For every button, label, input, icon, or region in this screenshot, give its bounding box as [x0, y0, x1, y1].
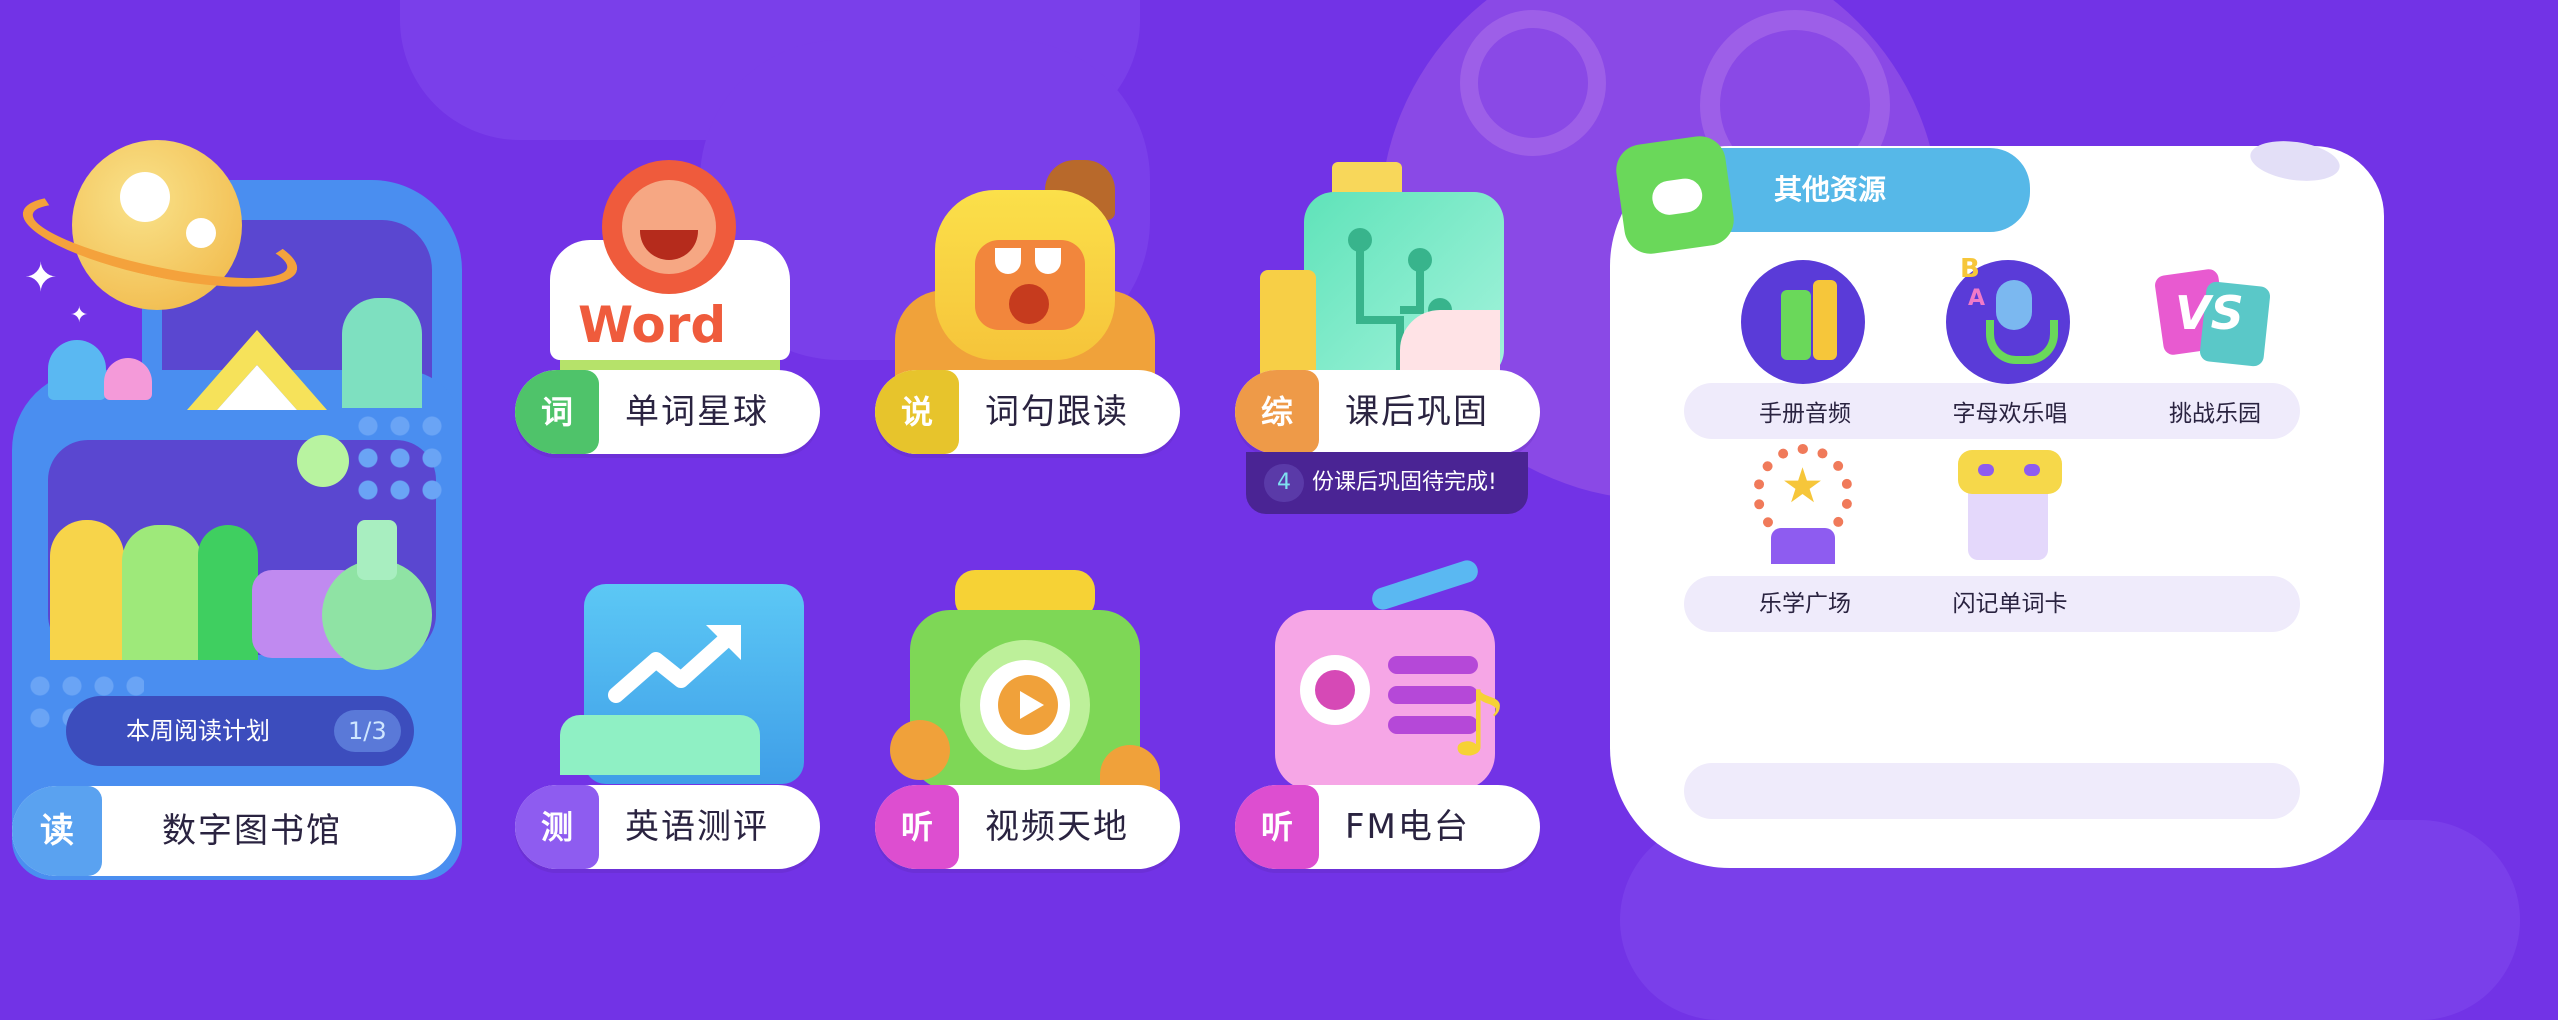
character-eye [995, 248, 1021, 274]
resource-item-label: 手册音频 [1759, 401, 1851, 427]
vs-icon: VS [2153, 267, 2272, 368]
tile-read-along[interactable]: 说 词句跟读 [875, 370, 1180, 454]
resource-item-alphabet-song[interactable]: B A 字母欢乐唱 [1910, 254, 2110, 438]
tile-badge: 综 [1235, 370, 1319, 454]
tile-label: 课后巩固 [1345, 392, 1489, 432]
book-shape [1813, 280, 1837, 360]
tile-label: FM电台 [1345, 807, 1470, 847]
resource-item-challenge-park[interactable]: VS 挑战乐园 [2115, 258, 2315, 438]
resource-item-flashcards[interactable]: 闪记单词卡 [1910, 444, 2110, 624]
radio-illustration: ♪ [1270, 557, 1540, 790]
other-resources-title: 其他资源 [1774, 173, 1887, 206]
letter-a-icon: A [1968, 286, 1986, 311]
resource-item-label: 乐学广场 [1759, 591, 1851, 617]
tile-badge: 词 [515, 370, 599, 454]
tile-word-planet[interactable]: 词 单词星球 [515, 370, 820, 454]
flashcard-icon [1958, 450, 2062, 560]
book-icon [342, 298, 422, 408]
ferris-wheel-base [1771, 528, 1835, 564]
flashcard-front [1958, 450, 2062, 494]
planet-crater [186, 218, 216, 248]
reading-plan-label: 本周阅读计划 [126, 717, 270, 745]
flashcard-eye [2024, 464, 2040, 476]
ghost-icon [48, 340, 106, 400]
resource-item-label: 闪记单词卡 [1952, 591, 2068, 617]
bubble-icon [297, 435, 349, 487]
library-label: 数字图书馆 [162, 811, 342, 851]
resource-item-label: 字母欢乐唱 [1952, 401, 2068, 427]
book-icon [122, 525, 202, 660]
homework-notice[interactable]: 4 份课后巩固待完成! [1246, 452, 1528, 514]
antenna [1369, 557, 1481, 613]
tile-label: 视频天地 [985, 807, 1129, 847]
flashcard-eye [1978, 464, 1994, 476]
tile-badge: 说 [875, 370, 959, 454]
book-icon [198, 525, 258, 660]
library-label-pill[interactable]: 读 数字图书馆 [12, 786, 456, 876]
homework-notice-text: 份课后巩固待完成! [1312, 470, 1497, 495]
resource-item-label: 挑战乐园 [2169, 401, 2261, 427]
chevron-decoration-icon [187, 330, 327, 410]
word-planet-illustration: Word [540, 160, 800, 380]
homework-illustration [1260, 160, 1520, 380]
character-eye [1035, 248, 1061, 274]
tile-badge: 测 [515, 785, 599, 869]
homework-notice-count: 4 [1264, 464, 1304, 502]
tile-label: 词句跟读 [985, 392, 1129, 432]
assessment-illustration [540, 580, 810, 790]
reading-plan-progress: 1/3 [334, 710, 401, 752]
tile-badge: 听 [875, 785, 959, 869]
planet-crater [120, 172, 170, 222]
library-badge: 读 [12, 786, 102, 876]
ghost-icon [104, 358, 152, 400]
tile-label: 英语测评 [625, 807, 769, 847]
play-triangle-icon [998, 675, 1058, 735]
letter-b-icon: B [1960, 254, 1980, 284]
background-crater [1460, 10, 1606, 156]
dot-pattern [352, 410, 452, 500]
sparkle-icon: ✦ [70, 303, 89, 328]
other-resources-header: 其他资源 [1690, 148, 2030, 232]
flask-neck [357, 520, 397, 580]
book-icon [50, 520, 124, 660]
side-ball [1100, 745, 1160, 790]
side-ball [890, 720, 950, 780]
tile-video[interactable]: 听 视频天地 [875, 785, 1180, 869]
vs-text: VS [2175, 286, 2244, 340]
tile-label: 单词星球 [625, 392, 769, 432]
resource-item-fun-square[interactable]: ★ 乐学广场 [1705, 444, 1905, 624]
pencil-icon [1260, 270, 1316, 380]
reading-plan-banner[interactable]: 本周阅读计划 1/3 [66, 696, 414, 766]
sparkle-icon: ✦ [24, 255, 58, 301]
character-mouth [1009, 284, 1049, 324]
scroll-base [560, 715, 760, 775]
music-note-icon: ♪ [1450, 672, 1508, 777]
cloud-badge-icon [1612, 132, 1738, 258]
cloud-shape [1650, 176, 1705, 218]
resource-item-handbook-audio[interactable]: 手册音频 [1705, 258, 1905, 438]
video-illustration [890, 570, 1170, 790]
word-sign-text: Word [578, 296, 727, 354]
book-shape [1781, 290, 1811, 360]
resource-row-bar [1684, 763, 2300, 819]
microphone-abc-icon: B A [1946, 254, 2070, 384]
speaker-center [1315, 670, 1355, 710]
tile-badge: 听 [1235, 785, 1319, 869]
read-along-illustration [895, 160, 1165, 380]
trend-up-icon [608, 625, 741, 703]
tile-fm-radio[interactable]: 听 FM电台 [1235, 785, 1540, 869]
tile-assessment[interactable]: 测 英语测评 [515, 785, 820, 869]
book-audio-icon [1741, 260, 1865, 384]
tile-homework[interactable]: 综 课后巩固 [1235, 370, 1540, 454]
microphone-stand [1986, 320, 2058, 364]
ferris-wheel-star: ★ [1781, 458, 1825, 514]
